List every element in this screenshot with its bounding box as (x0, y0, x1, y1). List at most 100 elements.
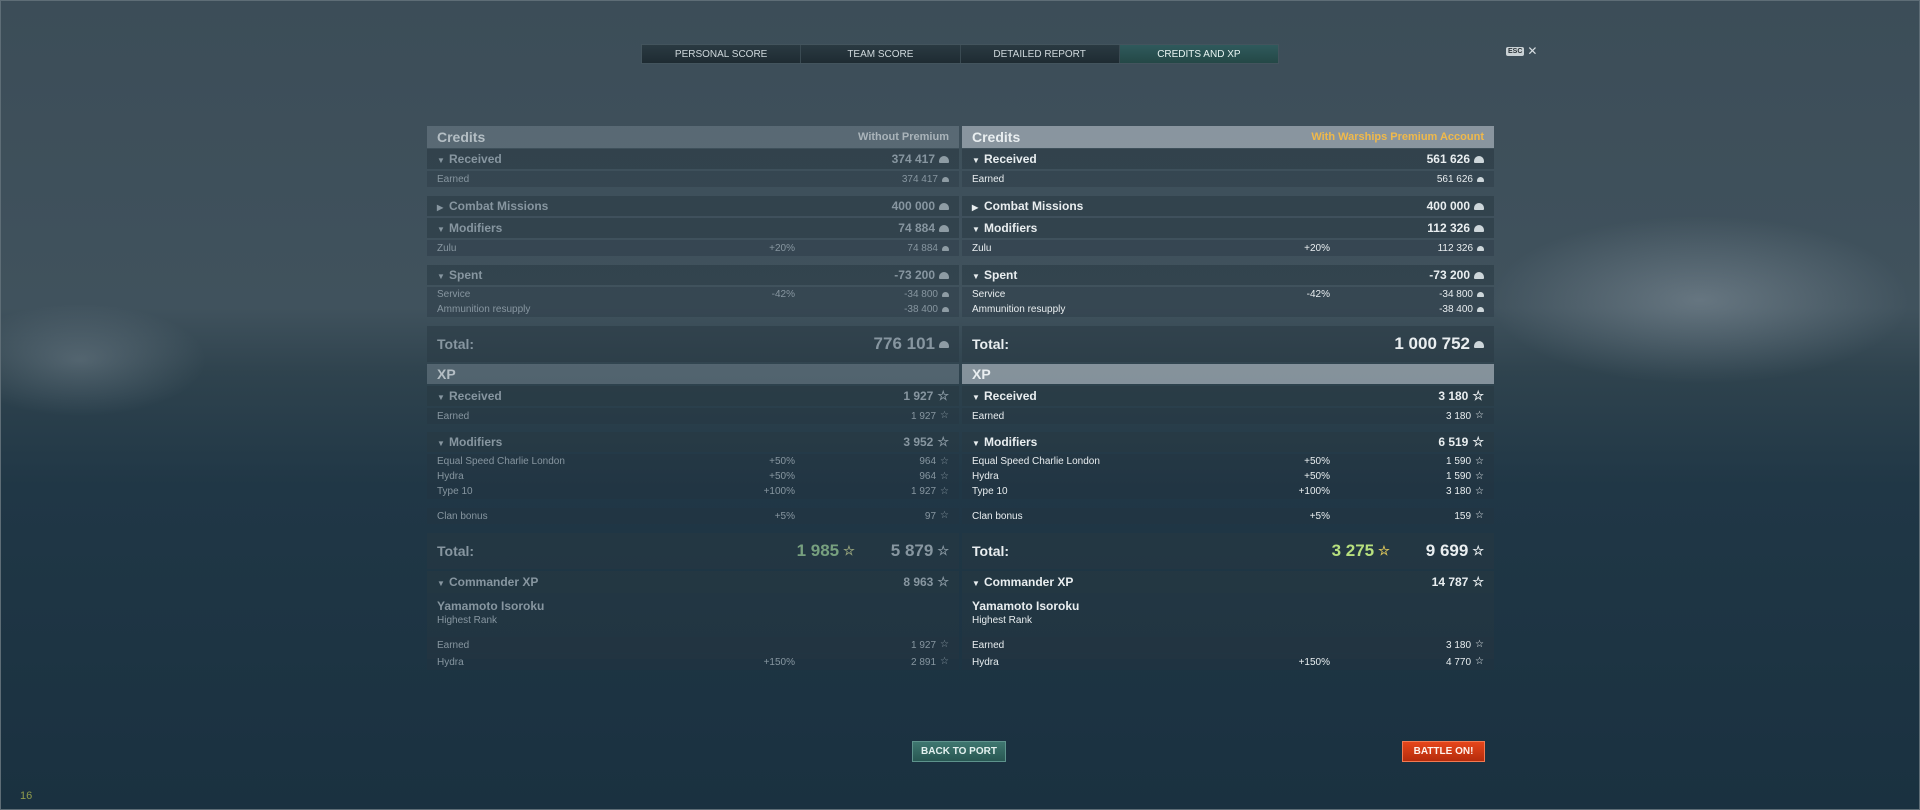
group-label-text: Received (449, 152, 502, 166)
battle-button[interactable]: BATTLE ON! (1402, 741, 1485, 762)
back-to-port-button[interactable]: BACK TO PORT (912, 741, 1006, 762)
detail-label: Type 10 (437, 486, 473, 497)
detail-label: Earned (437, 639, 470, 651)
detail-percent: +150% (763, 656, 795, 668)
group-label-text: Commander XP (984, 575, 1074, 589)
detail-row: Clan bonus +5% 97 ☆ (427, 508, 959, 524)
group-value: 3 952 ☆ (903, 435, 949, 449)
xp-star-icon: ☆ (940, 485, 949, 497)
value-text: 1 927 (911, 410, 937, 422)
credit-icon (1477, 245, 1484, 251)
group-label-text: Combat Missions (984, 199, 1084, 213)
tab-credits-and-xp[interactable]: CREDITS AND XP (1119, 45, 1278, 63)
value-text: -73 200 (894, 268, 935, 282)
group-row[interactable]: ▼ Modifiers 3 952 ☆ (427, 432, 959, 452)
detail-value: -38 400 (904, 304, 949, 315)
caret-down-icon[interactable]: ▼ (437, 225, 449, 234)
group-row[interactable]: ▶ Combat Missions 400 000 (427, 196, 959, 216)
total-value: 1 000 752 (1394, 334, 1484, 354)
group-label-text: Combat Missions (449, 199, 549, 213)
detail-value: 74 884 (907, 243, 949, 254)
group-label: ▼ Commander XP (437, 575, 903, 589)
detail-row: Hydra +150% 2 891 ☆ (427, 654, 959, 670)
xp-star-icon: ☆ (1475, 455, 1484, 467)
group-label: ▼ Spent (972, 268, 1429, 282)
tab-team-score[interactable]: TEAM SCORE (801, 45, 961, 63)
detail-row: Zulu +20% 74 884 (427, 240, 959, 256)
value-text: 9 699 (1425, 541, 1469, 560)
group-row[interactable]: ▼ Commander XP 8 963 ☆ (427, 571, 959, 593)
value-text: 3 180 (1438, 389, 1469, 403)
detail-label: Earned (437, 410, 470, 422)
detail-label: Hydra (972, 656, 999, 668)
group-row[interactable]: ▼ Received 374 417 (427, 149, 959, 169)
caret-down-icon[interactable]: ▼ (972, 156, 984, 165)
group-row[interactable]: ▼ Spent -73 200 (427, 265, 959, 285)
group-label-text: Modifiers (984, 221, 1038, 235)
detail-label: Hydra (437, 656, 464, 668)
group-label-text: Modifiers (449, 221, 503, 235)
group-row[interactable]: ▼ Received 3 180 ☆ (962, 386, 1494, 406)
detail-label: Equal Speed Charlie London (437, 456, 565, 467)
credit-icon (1477, 176, 1484, 182)
detail-percent: +100% (763, 486, 795, 497)
group-row[interactable]: ▼ Spent -73 200 (962, 265, 1494, 285)
caret-down-icon[interactable]: ▼ (437, 439, 449, 448)
detail-value: 561 626 (1437, 174, 1484, 185)
detail-row: Earned 1 927 ☆ (427, 408, 959, 424)
caret-down-icon[interactable]: ▼ (437, 272, 449, 281)
group-row[interactable]: ▶ Combat Missions 400 000 (962, 196, 1494, 216)
caret-down-icon[interactable]: ▼ (972, 393, 984, 402)
caret-down-icon[interactable]: ▼ (437, 156, 449, 165)
value-text: 14 787 (1431, 575, 1469, 589)
value-text: 561 626 (1436, 173, 1473, 185)
caret-down-icon[interactable]: ▼ (437, 393, 449, 402)
commander-name: Yamamoto Isoroku (437, 599, 545, 613)
xp-star-icon: ☆ (937, 388, 949, 403)
group-row[interactable]: ▼ Modifiers 6 519 ☆ (962, 432, 1494, 452)
caret-down-icon[interactable]: ▼ (972, 272, 984, 281)
group-row[interactable]: ▼ Modifiers 74 884 (427, 218, 959, 238)
tab-detailed-report[interactable]: DETAILED REPORT (960, 45, 1120, 63)
credit-icon (942, 245, 949, 251)
detail-value: 374 417 (902, 174, 949, 185)
value-text: 159 (1454, 510, 1472, 522)
detail-label: Zulu (972, 242, 992, 254)
value-text: 112 326 (1427, 221, 1470, 235)
credit-icon (1477, 292, 1484, 297)
caret-right-icon[interactable]: ▶ (437, 203, 449, 212)
premium-xp-value: 1 985 ☆ (797, 541, 855, 561)
tab-personal-score[interactable]: PERSONAL SCORE (642, 45, 802, 63)
caret-down-icon[interactable]: ▼ (437, 579, 449, 588)
group-row[interactable]: ▼ Received 1 927 ☆ (427, 386, 959, 406)
caret-down-icon[interactable]: ▼ (972, 439, 984, 448)
close-control[interactable]: ESC ✕ (1506, 45, 1537, 57)
commander-rank: Highest Rank (972, 615, 1033, 626)
premium-label: With Warships Premium Account (1311, 131, 1484, 143)
caret-down-icon[interactable]: ▼ (972, 579, 984, 588)
group-row[interactable]: ▼ Received 561 626 (962, 149, 1494, 169)
detail-row: Ammunition resupply -38 400 (427, 302, 959, 317)
caret-down-icon[interactable]: ▼ (972, 225, 984, 234)
premium-xp-value: 3 275 ☆ (1332, 541, 1390, 561)
xp-star-icon: ☆ (1472, 434, 1484, 449)
group-row[interactable]: ▼ Commander XP 14 787 ☆ (962, 571, 1494, 593)
detail-label: Earned (972, 410, 1005, 422)
group-label: ▼ Modifiers (437, 435, 903, 449)
caret-right-icon[interactable]: ▶ (972, 203, 984, 212)
xp-star-icon: ☆ (1475, 656, 1484, 667)
xp-star-icon: ☆ (937, 434, 949, 449)
value-text: 6 519 (1438, 435, 1469, 449)
premium-label: Without Premium (858, 131, 949, 143)
screen-frame (0, 0, 1920, 810)
detail-row: Hydra +50% 964 ☆ (427, 469, 959, 484)
section-title: XP (972, 366, 991, 382)
xp-star-icon: ☆ (940, 510, 949, 521)
close-icon[interactable]: ✕ (1527, 45, 1537, 57)
detail-value: 159 ☆ (1454, 510, 1484, 522)
detail-value: 1 927 ☆ (911, 639, 949, 651)
value-text: 374 417 (891, 152, 935, 166)
group-row[interactable]: ▼ Modifiers 112 326 (962, 218, 1494, 238)
detail-row: Equal Speed Charlie London +50% 1 590 ☆ (962, 454, 1494, 469)
value-text: 1 927 (903, 389, 934, 403)
